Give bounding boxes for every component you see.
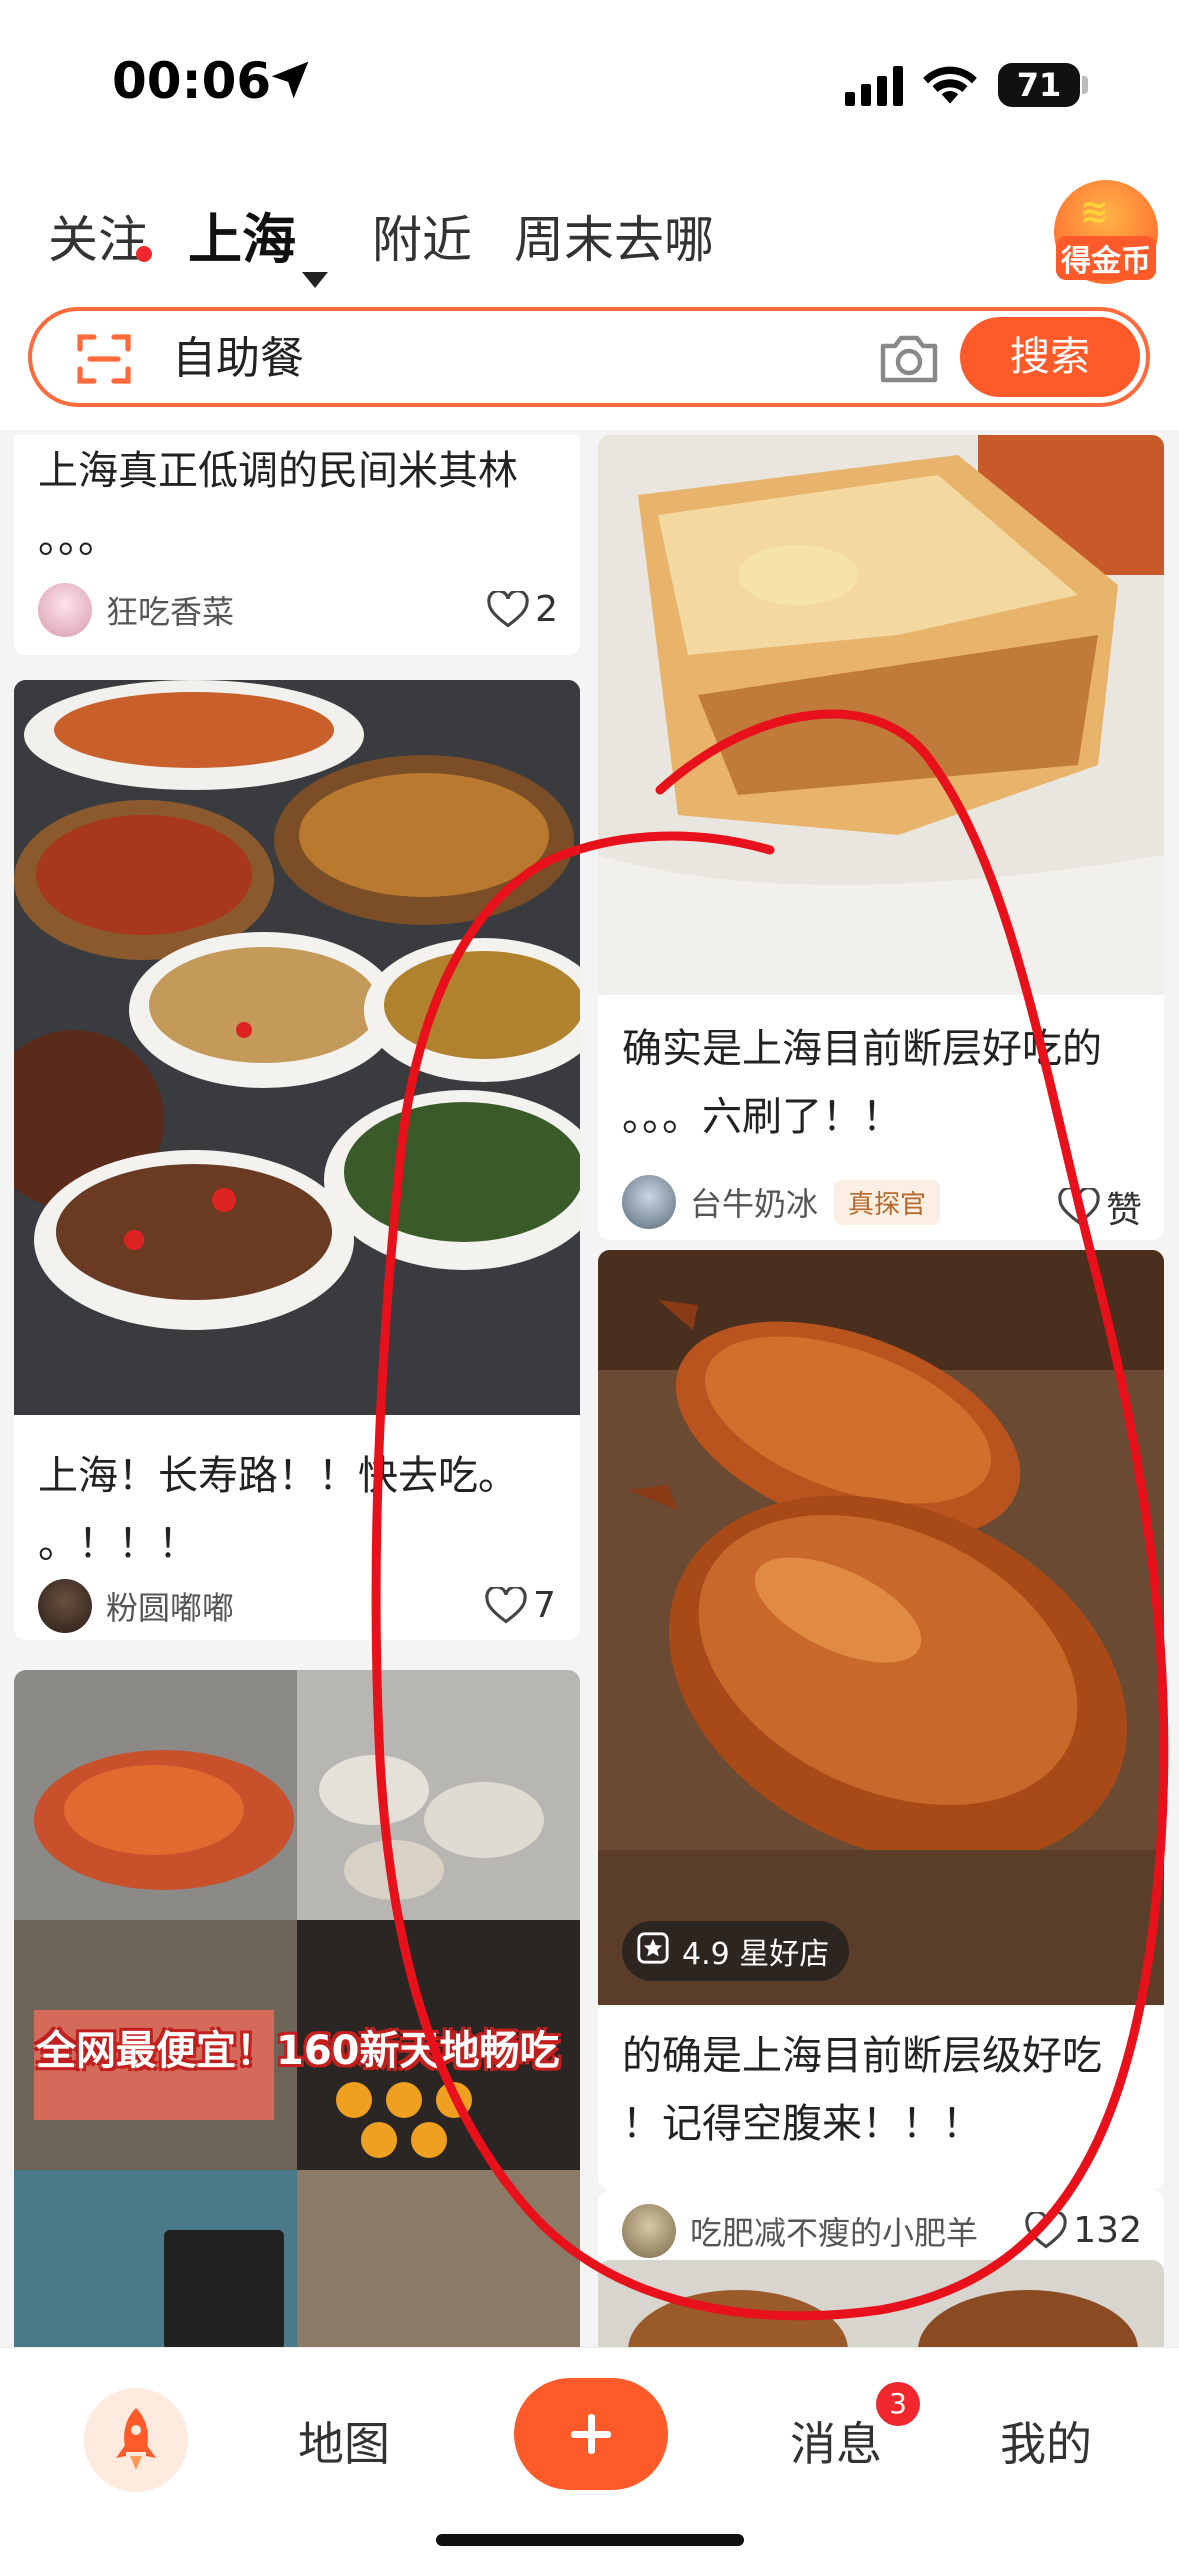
- tab-nearby[interactable]: 附近: [372, 200, 472, 280]
- like-button[interactable]: 2: [487, 589, 558, 630]
- search-button[interactable]: 搜索: [960, 317, 1140, 397]
- feed-card[interactable]: [598, 2260, 1164, 2347]
- buffet-collage-image: [14, 1670, 580, 2347]
- card-photo[interactable]: [598, 435, 1164, 995]
- scan-icon[interactable]: [76, 331, 132, 387]
- author-name: 吃肥减不瘦的小肥羊: [690, 2214, 979, 2252]
- caret-down-icon[interactable]: [302, 272, 328, 288]
- author-name: 狂吃香菜: [106, 593, 235, 631]
- heart-icon: [487, 590, 529, 627]
- tab-weekend[interactable]: 周末去哪: [514, 200, 714, 280]
- camera-icon[interactable]: [877, 329, 941, 387]
- coin-stack-icon: ≋: [1080, 192, 1109, 232]
- avatar: [38, 583, 92, 637]
- feed-card[interactable]: 全网最便宜！160新天地畅吃: [14, 1670, 580, 2347]
- food-image: [598, 2260, 1164, 2347]
- header: 关注 上海 附近 周末去哪 ≋ 得金币 自助餐 搜索: [0, 160, 1179, 430]
- card-photo[interactable]: [14, 1670, 580, 2347]
- pancake-image: [598, 435, 1164, 995]
- feed-card[interactable]: 上海！长寿路！！快去吃。 。！！！: [14, 680, 580, 1640]
- wifi-icon: [923, 66, 977, 104]
- verified-explorer-badge: 真探官: [834, 1179, 941, 1225]
- card-title: 的确是上海目前断层级好吃: [622, 2033, 1102, 2079]
- avatar: [622, 1175, 676, 1229]
- nav-messages[interactable]: 消息: [790, 2408, 882, 2474]
- status-bar: 00:06 71: [0, 0, 1179, 160]
- tab-follow[interactable]: 关注: [48, 200, 148, 280]
- like-count: 7: [533, 1585, 556, 1626]
- nav-map[interactable]: 地图: [298, 2408, 390, 2474]
- rating-text: 4.9 星好店: [682, 1937, 830, 1972]
- battery-tip: [1082, 76, 1088, 94]
- card-title-line2: 。。。: [38, 516, 118, 562]
- feed-card[interactable]: 上海真正低调的民间米其林 。。。 狂吃香菜 2: [14, 435, 580, 655]
- like-button[interactable]: 7: [485, 1585, 556, 1626]
- heart-icon: [1025, 2211, 1067, 2248]
- card-title-line2: ！记得空腹来！！！: [622, 2101, 982, 2147]
- rating-badge: 4.9 星好店: [622, 1921, 850, 1981]
- card-author[interactable]: 狂吃香菜: [38, 583, 234, 637]
- star-icon: [637, 1932, 669, 1964]
- bottom-nav: 地图 消息 3 我的: [0, 2347, 1179, 2556]
- food-bowls-image: [14, 680, 580, 1415]
- heart-icon: [1058, 1188, 1100, 1225]
- card-author[interactable]: 吃肥减不瘦的小肥羊: [622, 2204, 978, 2258]
- card-title: 上海真正低调的民间米其林: [38, 448, 518, 494]
- home-indicator: [436, 2534, 744, 2546]
- card-photo[interactable]: 4.9 星好店: [598, 1250, 1164, 2005]
- plus-icon: [571, 2414, 611, 2454]
- coin-reward-label[interactable]: 得金币: [1056, 236, 1156, 280]
- like-count: 132: [1073, 2210, 1142, 2251]
- create-post-button[interactable]: [514, 2378, 668, 2490]
- cellular-signal-icon: [845, 66, 903, 106]
- heart-icon: [485, 1586, 527, 1623]
- roast-duck-image: [598, 1250, 1164, 2005]
- rocket-icon: [116, 2408, 156, 2470]
- unread-dot: [136, 246, 152, 262]
- feed: 上海真正低调的民间米其林 。。。 狂吃香菜 2 上海！长寿路！！快去吃。 。！！…: [0, 435, 1179, 2347]
- card-author[interactable]: 台牛奶冰 真探官: [622, 1175, 941, 1229]
- author-name: 台牛奶冰: [690, 1185, 819, 1223]
- card-title: 确实是上海目前断层好吃的: [622, 1026, 1102, 1072]
- card-photo[interactable]: [14, 680, 580, 1415]
- tab-city[interactable]: 上海: [188, 200, 296, 280]
- like-count: 2: [535, 589, 558, 630]
- nav-home-button[interactable]: [84, 2388, 188, 2492]
- search-input[interactable]: 自助餐: [172, 329, 304, 389]
- author-name: 粉圆嘟嘟: [106, 1589, 235, 1627]
- feed-card[interactable]: 确实是上海目前断层好吃的 。。。六刷了！！ 台牛奶冰 真探官 赞: [598, 435, 1164, 1240]
- location-arrow-icon: [271, 61, 309, 99]
- promo-banner-text: 全网最便宜！160新天地畅吃: [36, 2028, 560, 2074]
- avatar: [622, 2204, 676, 2258]
- like-button[interactable]: 赞: [1058, 1181, 1142, 1233]
- card-photo[interactable]: [598, 2260, 1164, 2347]
- battery-indicator: 71: [998, 63, 1080, 107]
- status-time: 00:06: [112, 52, 272, 110]
- nav-profile[interactable]: 我的: [1000, 2408, 1092, 2474]
- card-author[interactable]: 粉圆嘟嘟: [38, 1579, 234, 1633]
- card-title-line2: 。。。六刷了！！: [622, 1094, 902, 1140]
- like-label: 赞: [1105, 1190, 1142, 1231]
- message-count-badge: 3: [876, 2382, 920, 2426]
- card-title-line2: 。！！！: [38, 1521, 198, 1567]
- like-button[interactable]: 132: [1025, 2210, 1142, 2251]
- avatar: [38, 1579, 92, 1633]
- search-bar[interactable]: 自助餐 搜索: [28, 307, 1150, 407]
- card-title: 上海！长寿路！！快去吃。: [38, 1453, 518, 1499]
- feed-card[interactable]: 4.9 星好店 的确是上海目前断层级好吃 ！记得空腹来！！！: [598, 1250, 1164, 2190]
